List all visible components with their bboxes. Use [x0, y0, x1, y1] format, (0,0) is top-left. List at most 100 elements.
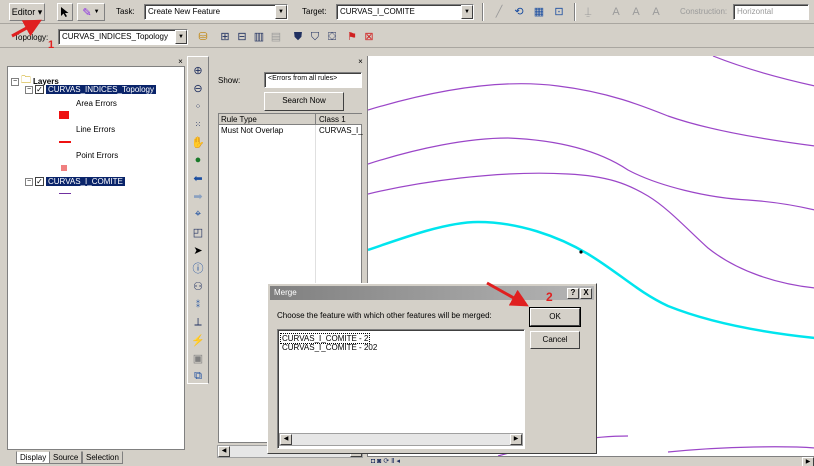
scroll-right-icon[interactable]: ▶ [802, 457, 814, 466]
close-icon[interactable]: × [176, 58, 185, 66]
construct-features-icon[interactable]: ▥ [251, 29, 267, 45]
text-icon[interactable]: A [608, 4, 624, 20]
forward-arrow-icon[interactable]: ➡ [190, 188, 206, 204]
zoom-out-icon[interactable]: ⊖ [190, 80, 206, 96]
close-button[interactable]: X [580, 288, 592, 299]
validate-visible-icon[interactable]: ⛉ [307, 29, 323, 45]
topology-select[interactable]: CURVAS_INDICES_Topology ▼ [58, 29, 188, 45]
rotate-icon[interactable]: ⟲ [511, 4, 527, 20]
collapse-icon[interactable]: − [11, 77, 19, 86]
validate-extent-icon[interactable]: ⛊ [290, 29, 306, 45]
layer-visibility-checkbox[interactable]: ✓ [35, 177, 44, 186]
feature-list[interactable]: CURVAS_I_COMITE - 2 CURVAS_I_COMITE - 20… [277, 329, 525, 449]
select-arrow-icon[interactable]: ➤ [190, 242, 206, 258]
list-item-selected[interactable]: CURVAS_I_COMITE - 2 [279, 333, 371, 344]
scroll-right-icon[interactable]: ▶ [510, 434, 522, 445]
fixed-zoom-out-icon[interactable]: ⁙ [190, 116, 206, 132]
edit-tool-button[interactable] [57, 3, 73, 21]
tab-display[interactable]: Display [16, 451, 51, 464]
tab-source[interactable]: Source [49, 451, 83, 464]
identify-icon[interactable]: ⓘ [190, 260, 206, 276]
list-item[interactable]: CURVAS_I_COMITE - 202 [281, 343, 378, 352]
pan-hand-icon[interactable]: ✋ [190, 134, 206, 150]
help-button[interactable]: ? [567, 288, 579, 299]
fix-topology-error-icon[interactable]: ⚑ [344, 29, 360, 45]
dropdown-arrow-icon: ▼ [93, 9, 100, 15]
find-binoculars-icon[interactable]: ⚇ [190, 278, 206, 294]
line-errors-label: Line Errors [76, 125, 116, 134]
task-select[interactable]: Create New Feature ▼ [144, 4, 288, 20]
go-to-xy-icon[interactable]: ⁑ [190, 296, 206, 312]
error-inspector-icon[interactable]: ⊠ [361, 29, 377, 45]
time-slider-icon[interactable]: ⧉ [190, 368, 206, 384]
back-arrow-icon[interactable]: ⬅ [190, 170, 206, 186]
column-header-rule-type[interactable]: Rule Type [221, 115, 257, 124]
sketch-tool-button[interactable]: ✎ ▼ [77, 3, 105, 21]
select-elements-icon[interactable]: ◰ [190, 224, 206, 240]
table-header: Rule Type Class 1 [219, 114, 362, 125]
text-curve-icon[interactable]: A [648, 4, 664, 20]
close-icon[interactable]: × [356, 58, 365, 66]
hyperlink-icon[interactable]: ⚡ [190, 332, 206, 348]
construction-select[interactable]: Horizontal [733, 4, 809, 20]
collapse-icon[interactable]: − [25, 85, 33, 94]
chevron-down-icon[interactable]: ▼ [461, 5, 473, 19]
cancel-button[interactable]: Cancel [530, 331, 580, 349]
select-features-icon[interactable]: ⌖ [190, 206, 206, 222]
topology-label: Topology: [14, 33, 49, 42]
table-row[interactable]: Must Not Overlap CURVAS_I_ [219, 126, 363, 136]
feature-layer-label[interactable]: CURVAS_I_COMITE [46, 177, 125, 186]
trace-icon[interactable]: ⍊ [580, 4, 596, 20]
sketch-properties-icon[interactable]: ⊡ [551, 4, 567, 20]
list-horizontal-scrollbar[interactable]: ◀ ▶ [279, 433, 523, 446]
scroll-left-icon[interactable]: ◀ [280, 434, 292, 445]
toolbar-separator [482, 3, 484, 21]
target-label: Target: [302, 7, 327, 16]
collapse-icon[interactable]: − [25, 177, 33, 186]
editor-menu-button[interactable]: Editor ▾ [9, 3, 45, 21]
map-topology-icon[interactable]: ⛁ [195, 29, 211, 45]
zoom-in-icon[interactable]: ⊕ [190, 62, 206, 78]
full-extent-globe-icon[interactable]: ● [190, 152, 206, 168]
map-nav-icons[interactable]: ◘ ◙ ⟳ Ⅱ ◂ [371, 457, 400, 465]
contour-line [368, 137, 814, 211]
target-select[interactable]: CURVAS_I_COMITE ▼ [336, 4, 474, 20]
tab-selection[interactable]: Selection [82, 451, 123, 464]
chevron-down-icon[interactable]: ▼ [175, 30, 187, 44]
layer-visibility-checkbox[interactable]: ✓ [35, 85, 44, 94]
target-value: CURVAS_I_COMITE [340, 7, 415, 16]
text-follow-icon[interactable]: A [628, 4, 644, 20]
toc-feature-layer[interactable]: − ✓ CURVAS_I_COMITE [25, 177, 125, 186]
show-select[interactable]: <Errors from all rules> [264, 72, 362, 88]
contour-line [712, 56, 814, 87]
scroll-left-icon[interactable]: ◀ [218, 446, 230, 457]
contour-line [368, 83, 814, 147]
column-header-class1[interactable]: Class 1 [319, 115, 346, 124]
annotation-step-1: 1 [48, 39, 55, 51]
line-errors-swatch [59, 141, 71, 143]
shared-features-icon[interactable]: ⊟ [234, 29, 250, 45]
task-value: Create New Feature [148, 7, 221, 16]
merge-dialog: Merge ? X Choose the feature with which … [267, 283, 597, 454]
measure-icon[interactable]: ⟂ [190, 314, 206, 330]
contour-line [667, 446, 814, 453]
ok-button[interactable]: OK [529, 307, 581, 327]
validate-all-icon[interactable]: ⛋ [324, 29, 340, 45]
point-errors-label: Point Errors [76, 151, 119, 160]
html-popup-icon[interactable]: ▣ [190, 350, 206, 366]
line-tool-icon[interactable]: ╱ [491, 4, 507, 20]
map-status-strip: ◘ ◙ ⟳ Ⅱ ◂ ▶ [367, 456, 814, 466]
attributes-icon[interactable]: ▦ [531, 4, 547, 20]
toc-topology-layer[interactable]: − ✓ CURVAS_INDICES_Topology [25, 85, 156, 94]
topology-edit-icon[interactable]: ⊞ [217, 29, 233, 45]
topology-layer-label[interactable]: CURVAS_INDICES_Topology [46, 85, 156, 94]
annotation-step-2: 2 [546, 290, 553, 304]
construction-value: Horizontal [737, 7, 774, 16]
search-now-button[interactable]: Search Now [264, 92, 344, 111]
table-of-contents: − 🗀 Layers − ✓ CURVAS_INDICES_Topology A… [7, 66, 185, 450]
fixed-zoom-in-icon[interactable]: ⁘ [190, 98, 206, 114]
chevron-down-icon[interactable]: ▼ [275, 5, 287, 19]
planarize-icon[interactable]: ▤ [268, 29, 284, 45]
dialog-title: Merge [274, 288, 297, 297]
topology-value: CURVAS_INDICES_Topology [62, 32, 168, 41]
